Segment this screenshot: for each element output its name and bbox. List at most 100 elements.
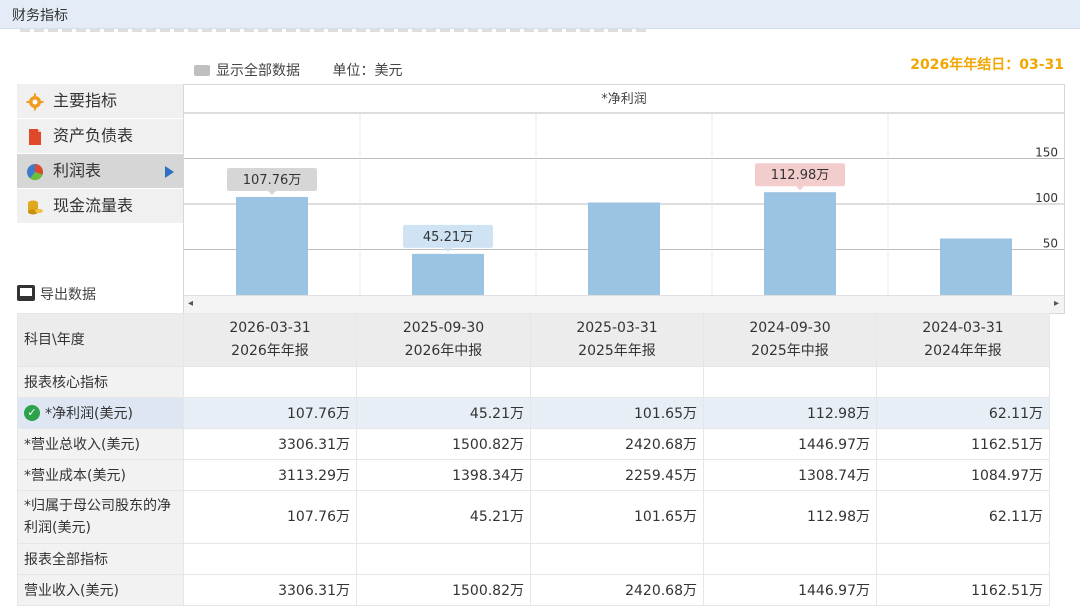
column-period: 2025年年报 [578,343,656,359]
toolbar: 显示全部数据 单位：美元 [194,60,402,80]
checkbox-icon[interactable] [194,64,210,76]
column-header[interactable]: 2026-03-31 2026年年报 [183,313,357,367]
table-cell: 2420.68万 [530,428,704,460]
header-bar: 财务指标 [0,0,1080,29]
export-icon [17,285,35,301]
export-label: 导出数据 [40,287,96,303]
table-row[interactable]: *营业总收入(美元) 3306.31万 1500.82万 2420.68万 1446.9… [17,428,1050,460]
table-cell: 1162.51万 [876,574,1050,606]
table-row[interactable]: *营业成本(美元) 3113.29万 1398.34万 2259.45万 1308.74… [17,459,1050,491]
row-label-text: *营业成本(美元) [24,468,126,484]
bar-2024-03-31[interactable] [940,238,1012,295]
bar-2025-09-30[interactable] [412,253,484,295]
table-cell: 107.76万 [183,490,357,544]
table-cell: 1084.97万 [876,459,1050,491]
sidebar-item-label: 资产负债表 [53,126,134,145]
scroll-left-icon[interactable]: ◂ [188,298,193,309]
sidebar-item-main-indicators[interactable]: 主要指标 [17,84,183,119]
column-period: 2026年年报 [231,343,309,359]
row-label-text: *营业总收入(美元) [24,437,140,453]
table-cell: 45.21万 [356,490,531,544]
table-cell [530,543,704,575]
table-cell: 1446.97万 [703,428,877,460]
column-header[interactable]: 2025-09-30 2026年中报 [356,313,531,367]
table-cell [183,366,357,398]
sidebar-item-label: 利润表 [53,161,102,180]
table-cell: 1500.82万 [356,428,531,460]
row-label-text: 营业收入(美元) [24,583,119,599]
pie-chart-icon [27,164,43,181]
table-cell: 101.65万 [530,397,704,429]
row-label: 报表核心指标 [17,366,184,398]
table-cell [876,366,1050,398]
row-label: *归属于母公司股东的净利润(美元) [17,490,184,544]
section-row: 报表全部指标 [17,543,1050,575]
corner-label: 科目\年度 [17,313,184,367]
chart-title: *净利润 [601,92,647,107]
data-label: 45.21万 [403,224,493,252]
table-cell: 1446.97万 [703,574,877,606]
row-label: 报表全部指标 [17,543,184,575]
table-cell [530,366,704,398]
coins-icon [28,200,43,215]
table-cell: 1500.82万 [356,574,531,606]
data-label-text: 45.21万 [423,230,473,245]
check-icon: ✓ [24,405,40,421]
column-header[interactable]: 2025-03-31 2025年年报 [530,313,704,367]
table-cell: 62.11万 [876,490,1050,544]
data-label: 112.98万 [755,163,845,191]
row-label-text: *净利润(美元) [45,406,133,422]
row-label-text: 报表核心指标 [24,375,108,391]
show-all-label: 显示全部数据 [216,63,300,79]
table-row[interactable]: 营业收入(美元) 3306.31万 1500.82万 2420.68万 1446.97万… [17,574,1050,606]
row-label: *营业成本(美元) [17,459,184,491]
column-date: 2025-03-31 [576,320,658,336]
row-label: *营业总收入(美元) [17,428,184,460]
page-title: 财务指标 [12,8,68,24]
column-date: 2025-09-30 [402,320,485,336]
table-cell: 3113.29万 [183,459,357,491]
sidebar: 主要指标 资产负债表 利润表 现金流量表 [17,84,183,224]
table-cell: 112.98万 [703,397,877,429]
table-cell: 1162.51万 [876,428,1050,460]
scroll-right-icon[interactable]: ▸ [1054,298,1059,309]
table-row[interactable]: *归属于母公司股东的净利润(美元) 107.76万 45.21万 101.65万 112… [17,490,1050,544]
bar-2026-03-31[interactable] [236,196,308,295]
financial-table: 科目\年度 2026-03-31 2026年年报 2025-09-30 2026年中报 2… [17,313,1050,606]
row-label-text: 报表全部指标 [24,552,108,568]
table-cell: 1308.74万 [703,459,877,491]
table-cell: 3306.31万 [183,574,357,606]
data-label-text: 107.76万 [243,173,302,188]
bar-2025-03-31[interactable] [588,202,660,295]
column-header[interactable]: 2024-09-30 2025年中报 [703,313,877,367]
table-cell: 62.11万 [876,397,1050,429]
sidebar-item-income-statement[interactable]: 利润表 [17,154,183,189]
sidebar-item-balance-sheet[interactable]: 资产负债表 [17,119,183,154]
column-header[interactable]: 2024-03-31 2024年年报 [876,313,1050,367]
table-cell: 2259.45万 [530,459,704,491]
export-data-button[interactable]: 导出数据 [17,284,96,304]
table-cell [356,366,531,398]
net-profit-chart: *净利润 50 100 150 107.76万 45.21万 112.98万 ◂ ▸ [183,84,1065,314]
table-cell [876,543,1050,575]
column-date: 2024-09-30 [749,320,831,336]
column-period: 2024年年报 [924,343,1002,359]
y-tick-label: 100 [1035,191,1058,205]
unit-label: 单位：美元 [332,63,403,79]
sidebar-item-label: 现金流量表 [53,196,134,215]
truncated-text-line [20,29,650,32]
table-row[interactable]: ✓ *净利润(美元) 107.76万 45.21万 101.65万 112.98万 62.1… [17,397,1050,429]
fiscal-year-end: 2026年年结日：03-31 [910,57,1064,73]
table-cell [703,366,877,398]
chevron-right-icon [165,166,174,178]
chart-scrollbar[interactable]: ◂ ▸ [184,295,1064,313]
show-all-toggle[interactable]: 显示全部数据 [194,63,300,79]
table-cell: 3306.31万 [183,428,357,460]
column-period: 2026年中报 [404,343,483,359]
bar-2024-09-30[interactable] [764,192,836,295]
sidebar-item-cash-flow[interactable]: 现金流量表 [17,189,183,224]
table-cell: 2420.68万 [530,574,704,606]
column-date: 2026-03-31 [229,320,311,336]
row-label: 营业收入(美元) [17,574,184,606]
y-tick-label: 50 [1043,237,1058,251]
